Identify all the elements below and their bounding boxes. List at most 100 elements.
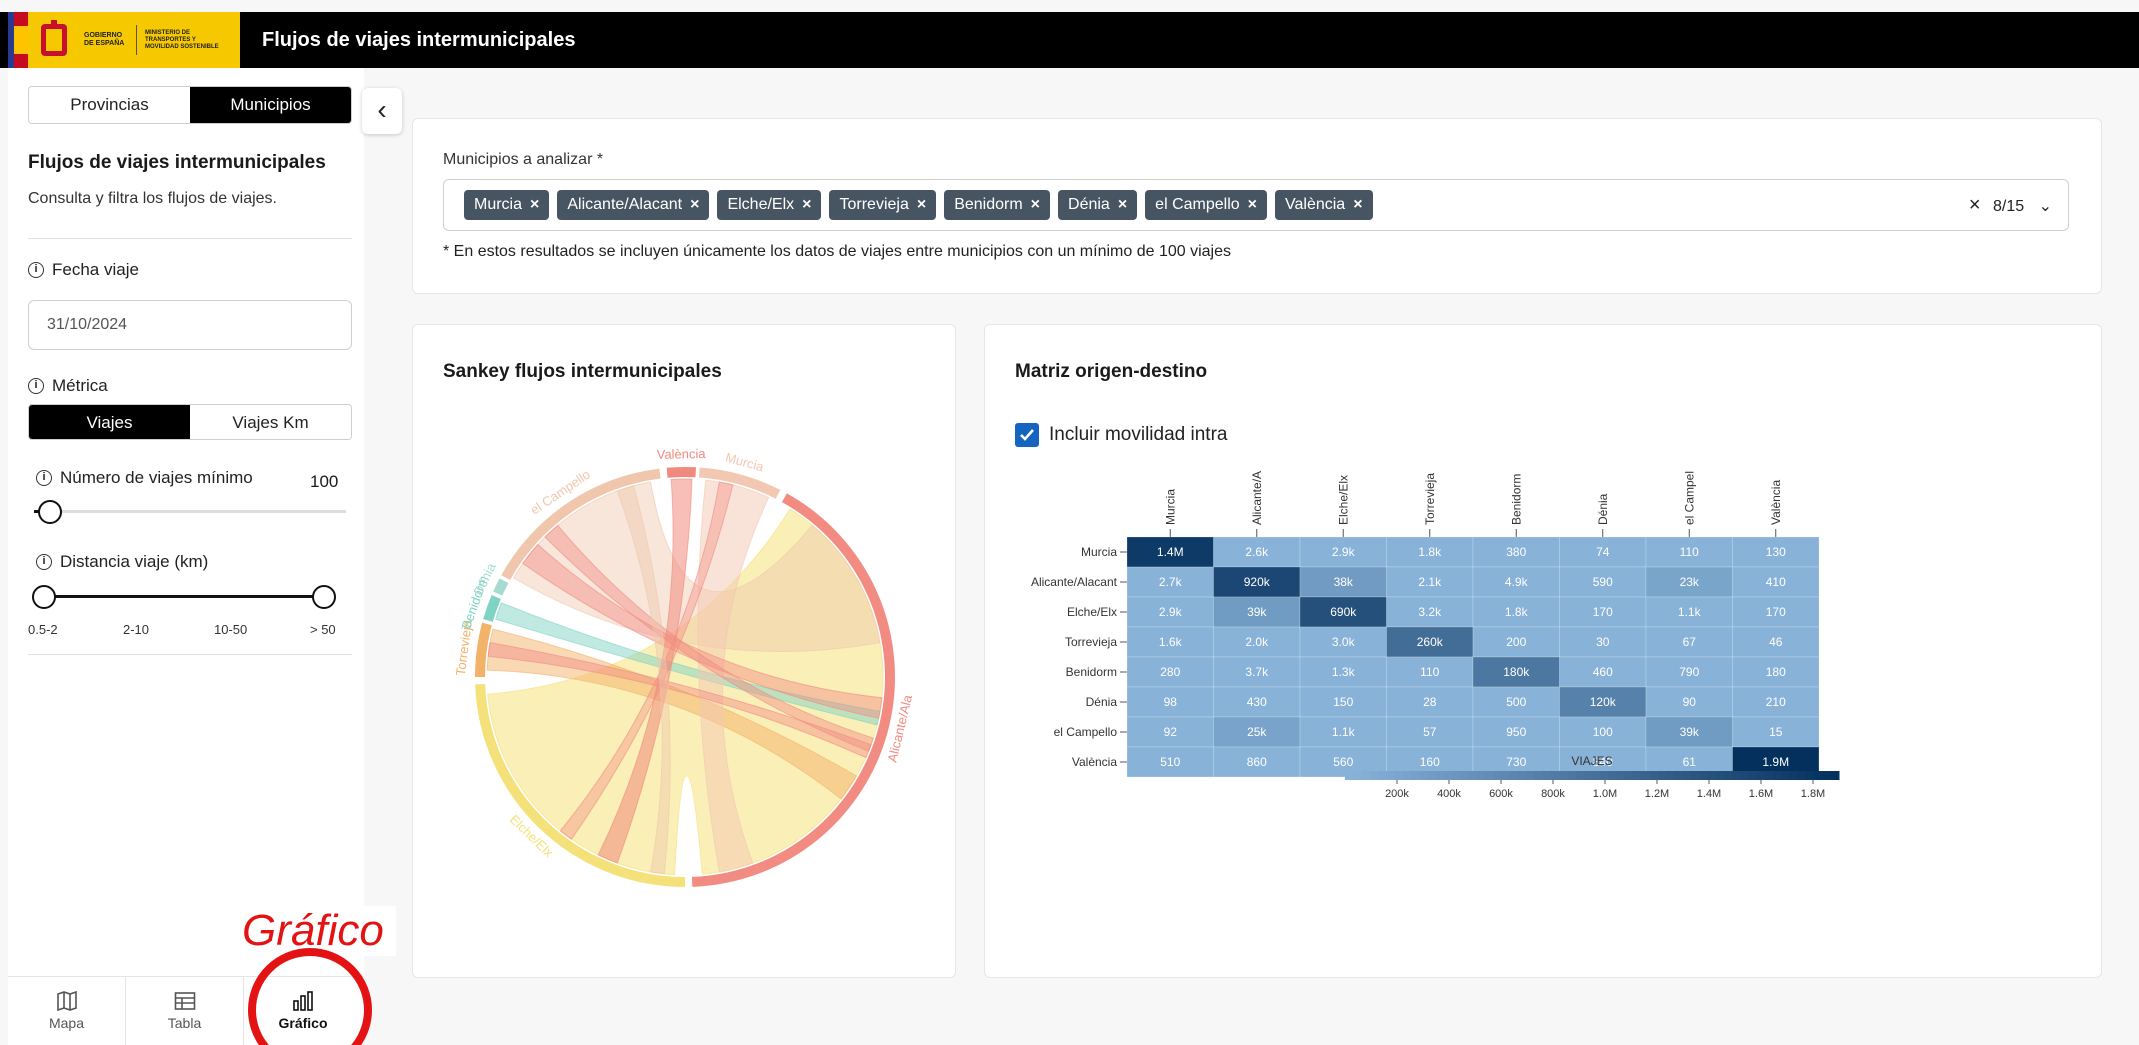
chip-municipio[interactable]: Elche/Elx ×	[717, 190, 822, 220]
coat-of-arms-icon	[32, 18, 76, 62]
nav-tabla[interactable]: Tabla	[126, 977, 244, 1045]
heatmap-cell-label: 1.3k	[1332, 665, 1356, 679]
info-icon[interactable]: i	[36, 470, 52, 486]
od-matrix-heatmap[interactable]: Murcia Alicante/A Elche/Elx Torrevieja Benid…	[985, 415, 2103, 975]
heatmap-cell-label: 92	[1164, 725, 1178, 739]
logo-gov-text: GOBIERNO DE ESPAÑA	[84, 32, 125, 47]
distance-slider-thumb-max[interactable]	[312, 585, 336, 609]
info-icon[interactable]: i	[36, 554, 52, 570]
heatmap-cell-label: 2.0k	[1245, 635, 1269, 649]
legend-swatch	[1583, 771, 1593, 780]
legend-swatch	[1419, 771, 1428, 780]
chip-municipio[interactable]: el Campello ×	[1145, 190, 1267, 220]
collapse-sidebar-button[interactable]: ‹	[362, 88, 402, 134]
heatmap-col-label: Torrevieja	[1423, 473, 1437, 525]
legend-swatch	[1690, 771, 1700, 780]
legend-swatch	[1806, 771, 1815, 780]
chip-remove-icon[interactable]: ×	[690, 196, 699, 213]
heatmap-cell-label: 28	[1423, 695, 1437, 709]
chip-label: el Campello	[1155, 196, 1240, 213]
legend-swatch	[1501, 771, 1511, 780]
legend-tick-label: 1.2M	[1645, 788, 1669, 800]
heatmap-cell-label: 61	[1683, 755, 1697, 769]
heatmap-cell-label: 98	[1164, 695, 1178, 709]
chip-remove-icon[interactable]: ×	[530, 196, 539, 213]
legend-swatch	[1682, 771, 1692, 780]
distance-slider-thumb-min[interactable]	[32, 585, 56, 609]
chevron-down-icon[interactable]: ⌄	[2039, 198, 2052, 215]
legend-swatch	[1608, 771, 1618, 780]
heatmap-col-label: el Campel	[1682, 471, 1696, 525]
chip-remove-icon[interactable]: ×	[802, 196, 811, 213]
legend-swatch	[1394, 771, 1404, 780]
chip-label: Torrevieja	[839, 196, 909, 213]
distance-slider-track[interactable]	[44, 595, 324, 598]
heatmap-col-label: Murcia	[1163, 489, 1177, 525]
date-input[interactable]: 31/10/2024	[28, 300, 352, 350]
heatmap-cell-label: 1.9M	[1762, 755, 1789, 769]
sidebar-subtitle: Consulta y filtra los flujos de viajes.	[28, 190, 277, 207]
chip-remove-icon[interactable]: ×	[1353, 196, 1362, 213]
heatmap-cell-label: 15	[1769, 725, 1783, 739]
chip-remove-icon[interactable]: ×	[917, 196, 926, 213]
chip-label: Murcia	[474, 196, 523, 213]
chord-arc[interactable]	[666, 467, 696, 478]
chord-diagram[interactable]: València MurciaAlicante/AlaElche/ElxTorre…	[413, 395, 957, 975]
tab-municipios[interactable]: Municipios	[190, 87, 351, 123]
legend-tick-label: 400k	[1437, 788, 1461, 800]
min-trips-slider-thumb[interactable]	[37, 500, 62, 524]
heatmap-cell-label: 170	[1593, 605, 1613, 619]
chip-municipio[interactable]: Benidorm ×	[944, 190, 1051, 220]
heatmap-cell-label: 560	[1333, 755, 1353, 769]
heatmap-cell-label: 950	[1506, 725, 1526, 739]
chip-municipio[interactable]: Alicante/Alacant ×	[557, 190, 710, 220]
heatmap-cell-label: 130	[1766, 545, 1786, 559]
heatmap-row-label: Torrevieja	[1065, 635, 1117, 649]
municipios-multiselect[interactable]: Murcia × Alicante/Alacant × Elche/Elx × Torrev…	[443, 179, 2069, 231]
chip-remove-icon[interactable]: ×	[1248, 196, 1257, 213]
level-toggle: Provincias Municipios	[28, 86, 352, 124]
selection-count: 8/15	[1993, 198, 2025, 215]
chip-municipio[interactable]: Torrevieja ×	[829, 190, 937, 220]
legend-swatch	[1361, 771, 1371, 780]
info-icon[interactable]: i	[28, 262, 44, 278]
chip-municipio[interactable]: València ×	[1275, 190, 1373, 220]
legend-tick-label: 1.8M	[1801, 788, 1825, 800]
chip-label: Benidorm	[954, 196, 1023, 213]
metric-viajes[interactable]: Viajes	[29, 405, 190, 439]
info-icon[interactable]: i	[28, 378, 44, 394]
metric-viajes-km[interactable]: Viajes Km	[190, 405, 351, 439]
heatmap-cell-label: 2.6k	[1245, 545, 1269, 559]
heatmap-cell-label: 380	[1506, 545, 1526, 559]
table-icon	[174, 992, 195, 1010]
heatmap-cell-label: 3.7k	[1245, 665, 1269, 679]
chip-municipio[interactable]: Dénia ×	[1058, 190, 1138, 220]
heatmap-cell-label: 1.1k	[1332, 725, 1356, 739]
legend-swatch	[1666, 771, 1675, 780]
sidebar: Provincias Municipios Flujos de viajes i…	[8, 68, 364, 976]
min-trips-slider-track[interactable]	[34, 510, 346, 513]
heatmap-cell-label: 30	[1596, 635, 1610, 649]
legend-swatch	[1633, 771, 1642, 780]
chord-arc[interactable]	[493, 578, 509, 596]
distance-tick: > 50	[310, 622, 336, 637]
heatmap-cell-label: 67	[1683, 635, 1697, 649]
legend-tick-label: 1.6M	[1749, 788, 1773, 800]
tab-provincias[interactable]: Provincias	[29, 87, 190, 123]
chip-remove-icon[interactable]: ×	[1118, 196, 1127, 213]
heatmap-cell-label: 160	[1420, 755, 1440, 769]
legend-tick-label: 1.0M	[1593, 788, 1617, 800]
government-logo[interactable]: GOBIERNO DE ESPAÑA MINISTERIO DE TRANSPO…	[8, 12, 240, 68]
legend-swatch	[1616, 771, 1626, 780]
chip-remove-icon[interactable]: ×	[1031, 196, 1040, 213]
legend-swatch	[1789, 771, 1799, 780]
legend-tick-label: 600k	[1489, 788, 1513, 800]
clear-all-icon[interactable]: ×	[1969, 194, 1981, 216]
heatmap-cell-label: 2.9k	[1159, 605, 1183, 619]
chip-municipio[interactable]: Murcia ×	[464, 190, 550, 220]
logo-separator	[136, 25, 137, 55]
nav-mapa[interactable]: Mapa	[8, 977, 126, 1045]
heatmap-cell-label: 170	[1766, 605, 1786, 619]
distance-tick: 10-50	[214, 622, 248, 637]
chord-label: València	[657, 446, 707, 462]
